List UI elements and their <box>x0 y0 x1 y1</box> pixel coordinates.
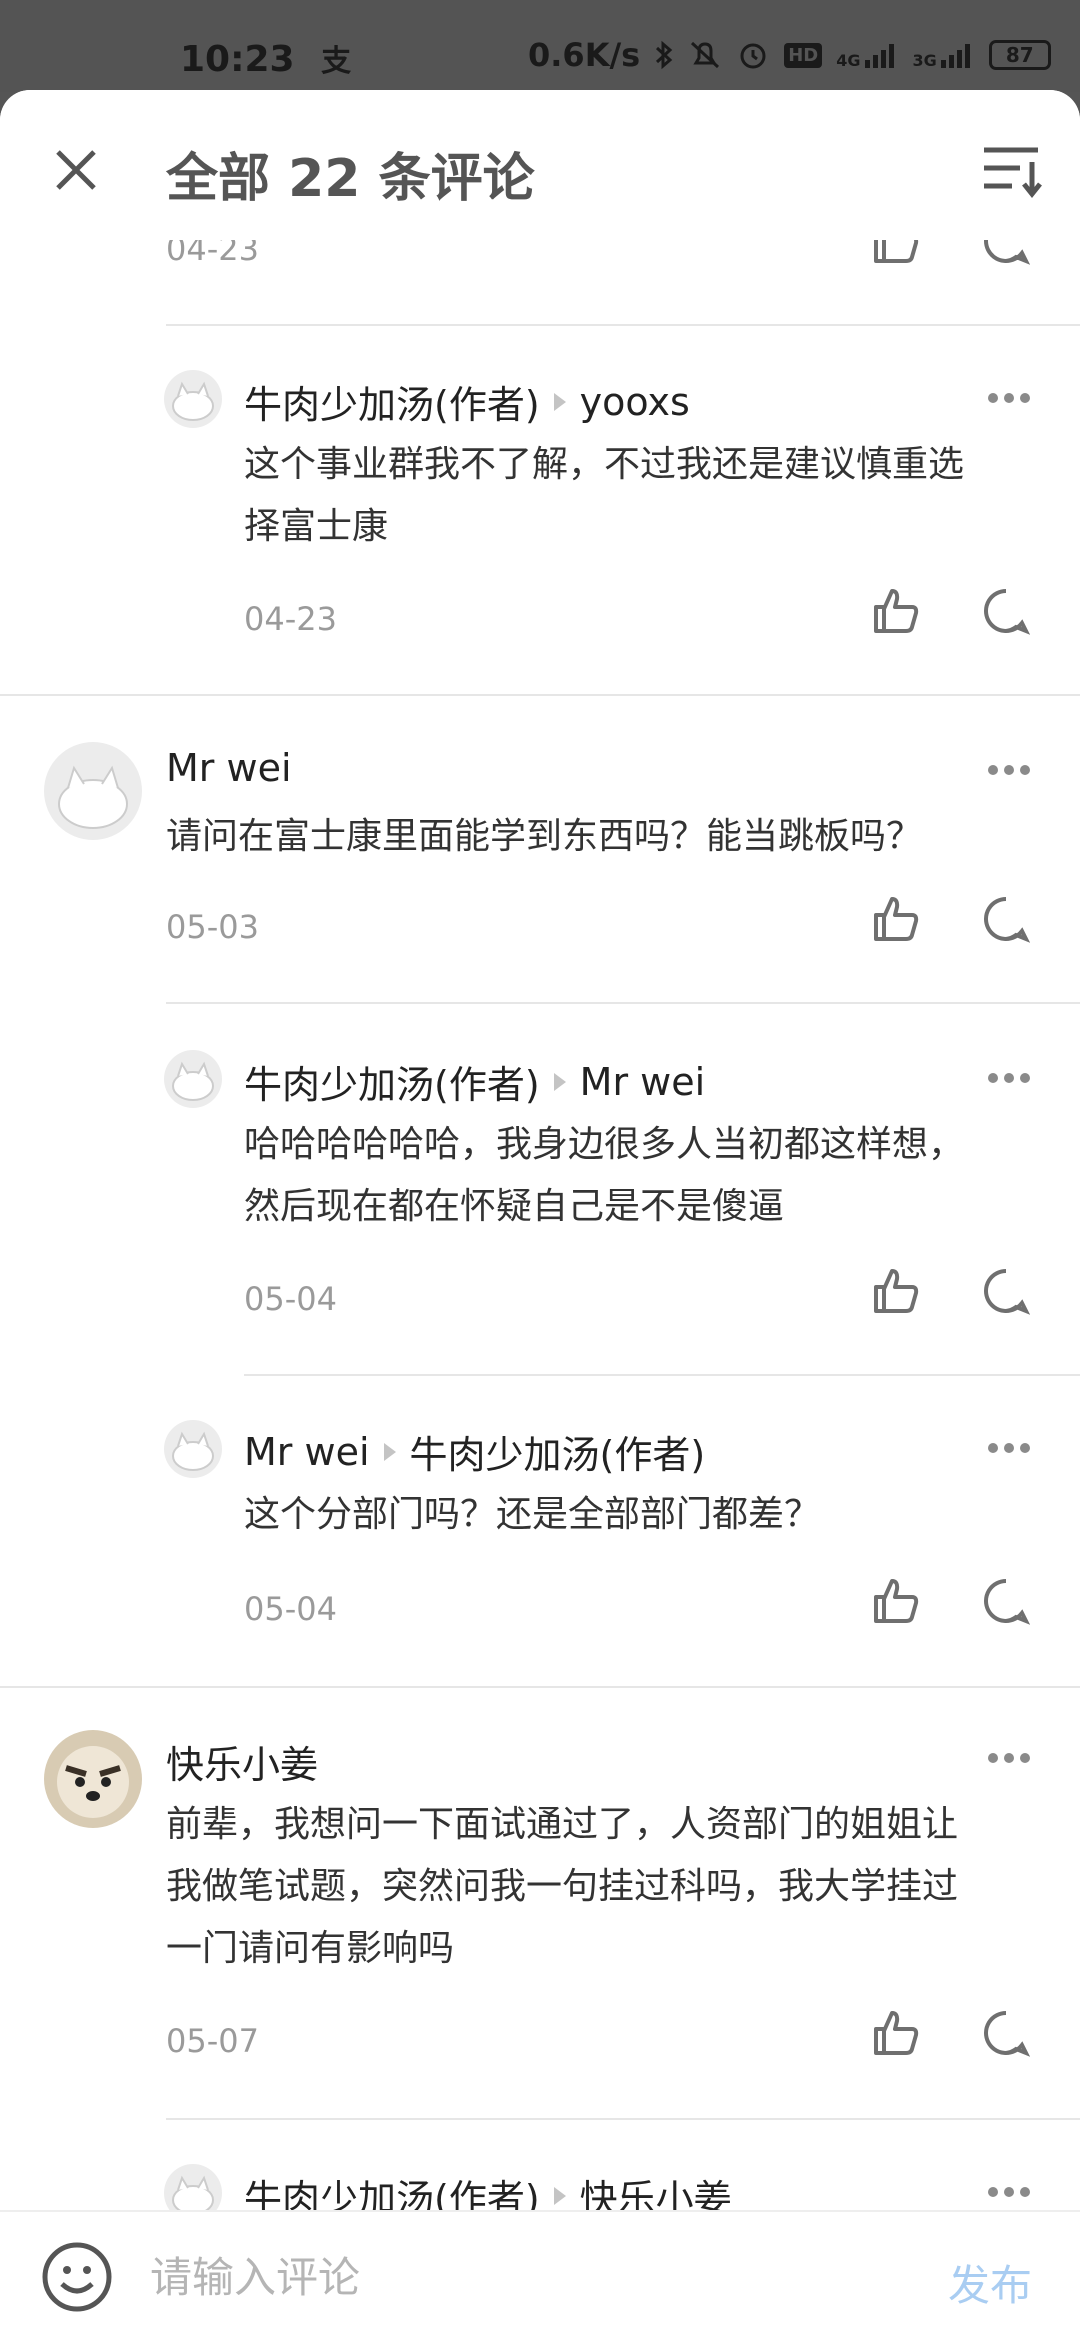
comment-text-line: 择富士康 <box>244 506 389 547</box>
avatar[interactable] <box>44 1730 142 1828</box>
reply-arrow-icon <box>383 1442 396 1461</box>
divider <box>0 694 1080 696</box>
avatar[interactable] <box>44 742 142 840</box>
avatar[interactable] <box>164 370 222 428</box>
comment-text-line: 这个分部门吗？还是全部部门都差？ <box>244 1494 821 1535</box>
author-name[interactable]: 牛肉少加汤(作者) <box>244 374 540 429</box>
more-icon[interactable] <box>988 388 1038 408</box>
reply-icon[interactable] <box>982 1577 1030 1625</box>
comment-text-line: 我做笔试题，突然问我一句挂过科吗，我大学挂过 <box>166 1866 959 1907</box>
comment-header: 牛肉少加汤(作者) Mr wei <box>244 1054 705 1109</box>
more-icon[interactable] <box>988 2182 1038 2202</box>
reply-icon[interactable] <box>982 1267 1030 1315</box>
sheet-header: 全部 22 条评论 <box>0 90 1080 240</box>
comment-date: 05-07 <box>166 2022 259 2060</box>
publish-button[interactable]: 发布 <box>948 2252 1032 2313</box>
like-icon[interactable] <box>870 1575 922 1627</box>
close-icon[interactable] <box>46 140 106 200</box>
hd-badge: HD <box>784 42 823 68</box>
comments-sheet: 全部 22 条评论 04-23 牛肉少加汤(作者) yooxs 这个事业群我不了… <box>0 90 1080 2340</box>
reply-to-name[interactable]: yooxs <box>580 380 690 424</box>
comment-text-line: 哈哈哈哈哈哈，我身边很多人当初都这样想， <box>244 1124 965 1165</box>
comment-date: 04-23 <box>244 600 337 638</box>
sort-icon[interactable] <box>980 142 1044 198</box>
more-icon[interactable] <box>988 1748 1038 1768</box>
pay-icon: 支 <box>321 44 352 79</box>
emoji-icon[interactable] <box>40 2240 114 2314</box>
divider <box>244 1374 1080 1376</box>
like-icon[interactable] <box>870 1265 922 1317</box>
comment-header: Mr wei 牛肉少加汤(作者) <box>244 1424 705 1479</box>
like-icon[interactable] <box>870 585 922 637</box>
more-icon[interactable] <box>988 760 1038 780</box>
comment-date: 05-04 <box>244 1590 337 1628</box>
divider <box>0 1686 1080 1688</box>
reply-icon[interactable] <box>982 2009 1030 2057</box>
mute-bell-icon <box>691 41 720 69</box>
more-icon[interactable] <box>988 1068 1038 1088</box>
avatar[interactable] <box>164 1050 222 1108</box>
reply-icon[interactable] <box>982 587 1030 635</box>
comment-text: 这个事业群我不了解，不过我还是建议慎重选 择富士康 <box>244 434 1044 558</box>
bluetooth-icon <box>656 40 673 70</box>
comment-date: 05-03 <box>166 908 259 946</box>
comment-text: 请问在富士康里面能学到东西吗？能当跳板吗？ <box>166 806 1046 868</box>
comment-text-line: 然后现在都在怀疑自己是不是傻逼 <box>244 1186 785 1227</box>
reply-icon[interactable] <box>982 895 1030 943</box>
comment-text: 前辈，我想问一下面试通过了，人资部门的姐姐让 我做笔试题，突然问我一句挂过科吗，… <box>166 1794 1046 1980</box>
comment-date: 05-04 <box>244 1280 337 1318</box>
comment-composer: 发布 <box>0 2210 1080 2340</box>
divider <box>166 1002 1080 1004</box>
comment-input[interactable] <box>150 2242 910 2312</box>
page-title: 全部 22 条评论 <box>166 149 535 209</box>
divider <box>166 324 1080 326</box>
comment-text: 这个分部门吗？还是全部部门都差？ <box>244 1484 1044 1546</box>
comment-header: 快乐小姜 <box>166 1734 318 1789</box>
network-speed: 0.6K/s <box>528 36 641 74</box>
clock: 10:23 <box>180 39 295 80</box>
comment-text-line: 请问在富士康里面能学到东西吗？能当跳板吗？ <box>166 816 923 857</box>
comment-text: 哈哈哈哈哈哈，我身边很多人当初都这样想， 然后现在都在怀疑自己是不是傻逼 <box>244 1114 1044 1238</box>
author-name[interactable]: Mr wei <box>166 746 292 790</box>
comment-text-line: 前辈，我想问一下面试通过了，人资部门的姐姐让 <box>166 1804 959 1845</box>
like-icon[interactable] <box>870 893 922 945</box>
reply-arrow-icon <box>553 2186 566 2205</box>
reply-to-name[interactable]: 牛肉少加汤(作者) <box>410 1424 706 1479</box>
comment-header: 牛肉少加汤(作者) yooxs <box>244 374 690 429</box>
reply-to-name[interactable]: Mr wei <box>580 1060 706 1104</box>
avatar[interactable] <box>164 1420 222 1478</box>
author-name[interactable]: Mr wei <box>244 1430 370 1474</box>
reply-arrow-icon <box>553 392 566 411</box>
battery-icon: 87 <box>988 40 1051 70</box>
network-type-2: 3G <box>912 51 937 70</box>
like-icon[interactable] <box>870 2007 922 2059</box>
status-time: 10:23 支 <box>180 36 351 80</box>
battery-level: 87 <box>1005 43 1034 67</box>
alarm-icon <box>740 43 766 69</box>
author-name[interactable]: 快乐小姜 <box>166 1734 318 1789</box>
status-icons: 0.6K/s HD 4G 3G 87 <box>528 36 1051 74</box>
comment-text-line: 这个事业群我不了解，不过我还是建议慎重选 <box>244 444 965 485</box>
comment-header: Mr wei <box>166 746 292 790</box>
comment-list[interactable]: 04-23 牛肉少加汤(作者) yooxs 这个事业群我不了解，不过我还是建议慎… <box>0 90 1080 2222</box>
network-type-1: 4G <box>836 51 861 70</box>
status-bar: 10:23 支 0.6K/s HD 4G 3G 87 <box>0 0 1080 92</box>
more-icon[interactable] <box>988 1438 1038 1458</box>
divider <box>166 2118 1080 2120</box>
author-name[interactable]: 牛肉少加汤(作者) <box>244 1054 540 1109</box>
signal-4g-icon: 4G <box>836 40 898 70</box>
comment-text-line: 一门请问有影响吗 <box>166 1928 455 1969</box>
signal-3g-icon: 3G <box>913 40 975 70</box>
reply-arrow-icon <box>553 1072 566 1091</box>
